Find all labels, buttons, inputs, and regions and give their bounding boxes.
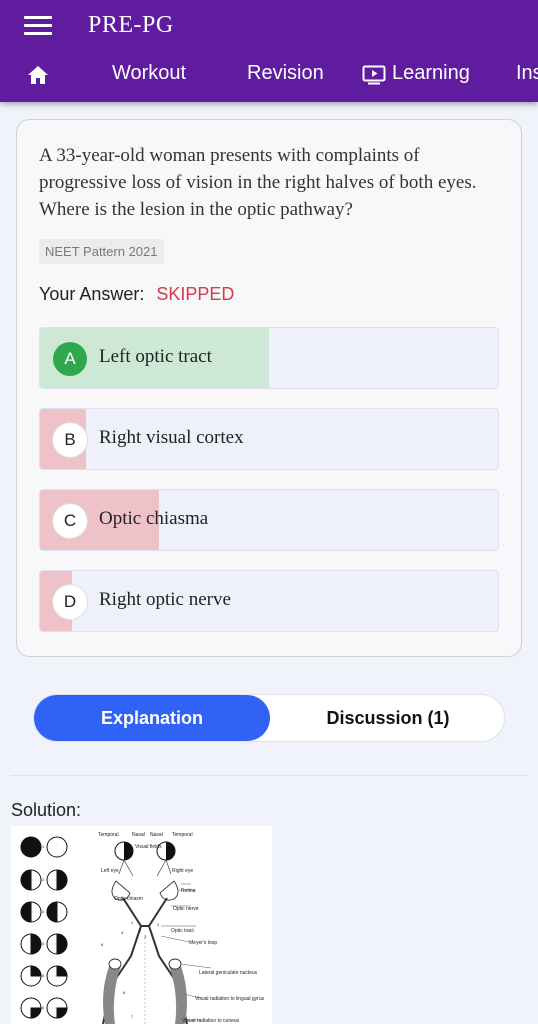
your-answer-value: SKIPPED	[156, 284, 235, 304]
home-icon[interactable]	[26, 63, 50, 87]
nav-revision[interactable]: Revision	[247, 62, 324, 85]
label-radiation-lingual: Visual radiation to lingual gyrus	[195, 996, 265, 1002]
option-c[interactable]: C Optic chiasma	[39, 489, 499, 551]
lesion-num-1: 1	[131, 920, 134, 925]
nav-workout[interactable]: Workout	[112, 62, 186, 85]
question-card: A 33-year-old woman presents with compla…	[16, 119, 522, 657]
label-retina: Retina	[181, 888, 196, 894]
exam-tag: NEET Pattern 2021	[39, 239, 164, 264]
option-c-letter: C	[53, 504, 87, 538]
top-nav: Workout Revision Learning Ins	[0, 50, 538, 100]
lesion-num-4: 4	[121, 930, 124, 935]
app-bar: PRE-PG Workout Revision Learning Ins	[0, 0, 538, 102]
your-answer-row: Your Answer: SKIPPED	[39, 284, 234, 305]
option-b-letter: B	[53, 423, 87, 457]
play-screen-icon	[362, 65, 386, 85]
option-d[interactable]: D Right optic nerve	[39, 570, 499, 632]
option-d-letter: D	[53, 585, 87, 619]
tab-explanation[interactable]: Explanation	[34, 695, 270, 741]
option-d-text: Right optic nerve	[99, 589, 231, 610]
nav-learning[interactable]: Learning	[392, 62, 470, 85]
lesion-num-2b: 2	[157, 922, 160, 927]
label-radiation-cuneus: Visual radiation to cuneus	[182, 1018, 240, 1024]
your-answer-label: Your Answer:	[39, 284, 145, 304]
defect-num-3: 3	[42, 909, 45, 914]
solution-label: Solution:	[11, 800, 82, 820]
defect-num-1: 1	[42, 844, 45, 849]
option-a[interactable]: A Left optic tract	[39, 327, 499, 389]
option-c-text: Optic chiasma	[99, 508, 209, 529]
option-a-letter: A	[53, 342, 87, 376]
label-visual-fields: Visual fields	[135, 844, 162, 850]
app-title: PRE-PG	[88, 12, 174, 38]
lesion-num-2: 2	[139, 928, 142, 933]
option-a-text: Left optic tract	[99, 346, 212, 367]
tab-discussion[interactable]: Discussion (1)	[270, 695, 506, 741]
defect-num-2: 2	[42, 877, 45, 882]
label-optic-nerve: Optic nerve	[173, 906, 199, 912]
option-b[interactable]: B Right visual cortex	[39, 408, 499, 470]
label-nasal-left: Nasal	[132, 832, 145, 838]
lesion-num-5: 6	[101, 942, 104, 947]
lesion-num-3: 3	[144, 934, 147, 939]
visual-field-defect-circles	[20, 836, 68, 1019]
defect-num-5: 5	[42, 973, 45, 978]
defect-num-6: 6	[42, 1005, 45, 1010]
label-temporal-left: Temporal	[98, 832, 119, 838]
defect-num-4: 4	[42, 941, 45, 946]
label-temporal-right: Temporal	[172, 832, 193, 838]
optic-pathway-diagram: 12 34 56 12 34 26 67 Temporal Nasal Nasa…	[11, 826, 272, 1024]
explanation-tabs: Explanation Discussion (1)	[33, 694, 505, 742]
nav-ins[interactable]: Ins	[516, 62, 538, 85]
label-lgn: Lateral geniculate nucleus	[199, 970, 258, 976]
question-text: A 33-year-old woman presents with compla…	[39, 145, 477, 220]
label-right-eye: Right eye	[172, 868, 193, 874]
label-nasal-right: Nasal	[150, 832, 163, 838]
label-meyers-loop: Meyer's loop	[189, 940, 217, 946]
divider	[10, 775, 528, 776]
label-optic-tract: Optic tract	[171, 928, 194, 934]
hamburger-menu-icon[interactable]	[24, 16, 52, 38]
label-optic-chiasm: Optic chiasm	[114, 896, 143, 902]
label-left-eye: Left eye	[101, 868, 119, 874]
lesion-num-6: 6	[123, 990, 126, 995]
option-b-text: Right visual cortex	[99, 427, 244, 448]
lesion-num-7: 7	[131, 1014, 134, 1019]
